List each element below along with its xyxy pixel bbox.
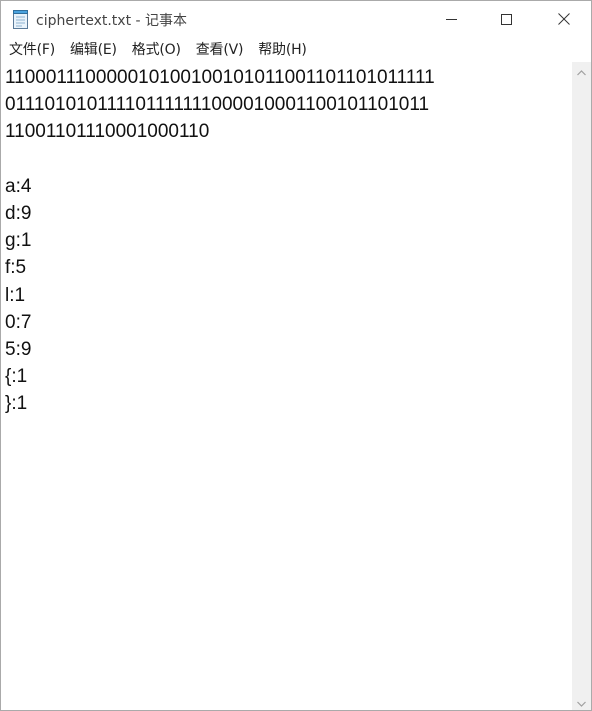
- title-bar[interactable]: ciphertext.txt - 记事本: [1, 1, 591, 37]
- chevron-down-icon: [577, 692, 586, 710]
- menu-format[interactable]: 格式(O): [124, 39, 188, 59]
- notepad-window: ciphertext.txt - 记事本 文件(F) 编辑(E) 格式(O) 查…: [0, 0, 592, 711]
- close-button[interactable]: [542, 1, 586, 37]
- close-icon: [558, 13, 570, 25]
- menu-file[interactable]: 文件(F): [1, 39, 62, 59]
- chevron-up-icon: [577, 61, 586, 80]
- vertical-scrollbar[interactable]: [572, 62, 591, 710]
- minimize-button[interactable]: [429, 1, 473, 37]
- scroll-down-button[interactable]: [572, 693, 591, 710]
- maximize-button[interactable]: [484, 1, 528, 37]
- window-title: ciphertext.txt - 记事本: [36, 13, 188, 29]
- text-editor[interactable]: 1100011100000101001001010110011011010111…: [1, 62, 572, 710]
- menu-bar: 文件(F) 编辑(E) 格式(O) 查看(V) 帮助(H): [1, 37, 591, 61]
- scroll-track[interactable]: [572, 79, 591, 693]
- editor-content[interactable]: 1100011100000101001001010110011011010111…: [5, 64, 435, 418]
- menu-edit[interactable]: 编辑(E): [62, 39, 124, 59]
- notepad-icon[interactable]: [12, 9, 29, 29]
- maximize-icon: [500, 13, 512, 25]
- minimize-icon: [445, 14, 457, 25]
- menu-help[interactable]: 帮助(H): [250, 39, 313, 59]
- scroll-up-button[interactable]: [572, 62, 591, 79]
- menu-view[interactable]: 查看(V): [188, 39, 251, 59]
- scroll-thumb[interactable]: [574, 83, 589, 683]
